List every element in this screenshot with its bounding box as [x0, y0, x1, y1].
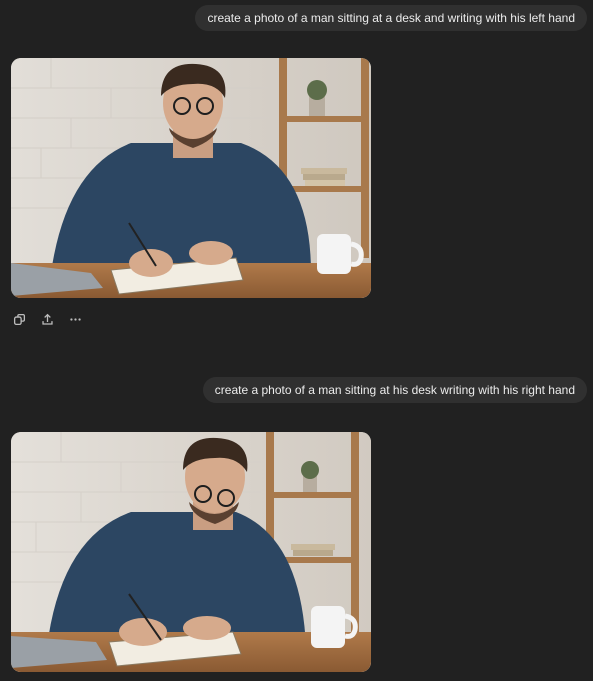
generated-image-illustration	[11, 58, 371, 298]
generated-image-illustration	[11, 432, 371, 672]
user-message: create a photo of a man sitting at a des…	[195, 5, 587, 31]
copy-icon[interactable]	[12, 312, 26, 326]
generated-image[interactable]	[11, 58, 371, 298]
more-icon[interactable]	[68, 312, 82, 326]
user-message-text: create a photo of a man sitting at a des…	[207, 11, 575, 25]
user-message: create a photo of a man sitting at his d…	[202, 377, 587, 403]
share-icon[interactable]	[40, 312, 54, 326]
user-message-text: create a photo of a man sitting at his d…	[214, 383, 575, 397]
generated-image[interactable]	[11, 432, 371, 672]
message-actions	[12, 312, 82, 326]
